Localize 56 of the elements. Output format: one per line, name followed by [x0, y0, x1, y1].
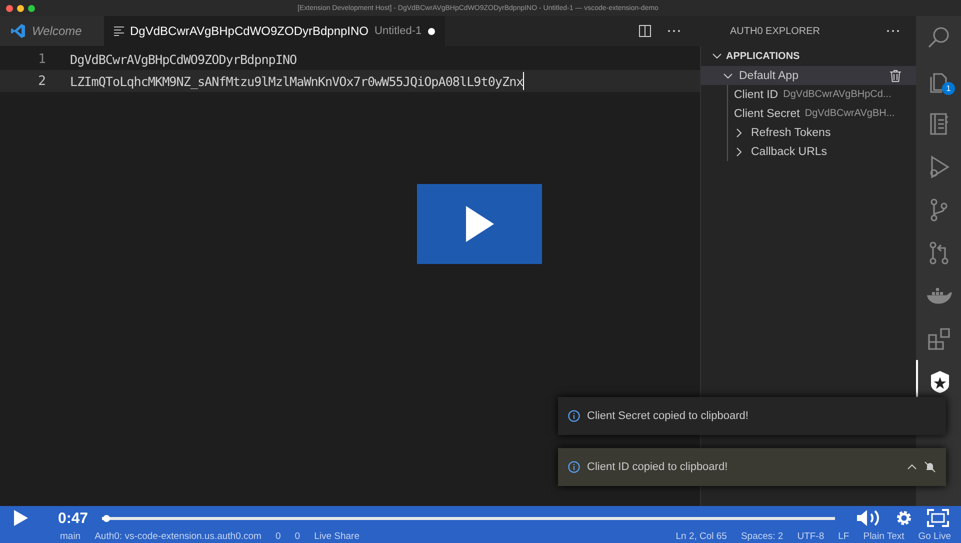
activity-bar-item[interactable]: 1 [916, 59, 961, 102]
tab-description: Untitled-1 [374, 25, 422, 37]
error-count[interactable]: 0 [275, 531, 281, 542]
line-number: 1 [37, 52, 47, 66]
window-minimize-button[interactable] [17, 4, 24, 12]
status-item[interactable]: Plain Text [863, 531, 904, 542]
info-icon [568, 461, 580, 473]
more-icon[interactable] [667, 29, 681, 33]
extensions-icon [926, 326, 952, 352]
tree-item[interactable]: Callback URLs [734, 142, 916, 161]
tree-item[interactable]: Client Secret DgVdBCwrAVgBH... [734, 104, 916, 123]
fullscreen-icon[interactable] [927, 509, 949, 527]
code-line: DgVdBCwrAVgBHpCdWO9ZODyrBdpnpINO [70, 52, 297, 66]
text-lines-icon [114, 26, 124, 36]
tree-item[interactable]: Refresh Tokens [734, 123, 916, 142]
tree-item[interactable]: Default App [701, 66, 916, 85]
code-line: LZImQToLqhcMKM9NZ_sANfMtzu9lMzlMaWnKnVOx7r0wW55JQiOpA08lL9t0yZnx [70, 74, 524, 88]
play-icon[interactable] [14, 510, 28, 526]
trash-icon[interactable] [890, 70, 901, 82]
status-item[interactable]: Go Live [918, 531, 951, 542]
count-badge: 1 [942, 82, 955, 95]
editor-tab[interactable]: Welcome [0, 16, 104, 46]
branch-status[interactable]: main [60, 531, 81, 542]
code-logo-icon [10, 23, 26, 39]
window-close-button[interactable] [6, 4, 13, 12]
tree-item[interactable]: Client ID DgVdBCwrAVgBHpCd... [734, 85, 916, 104]
play-button[interactable] [417, 184, 542, 264]
status-item[interactable]: Ln 2, Col 65 [676, 531, 727, 542]
auth-status[interactable]: Auth0: vs-code-extension.us.auth0.com [94, 531, 262, 542]
status-item[interactable]: UTF-8 [797, 531, 824, 542]
info-icon [568, 410, 580, 422]
volume-icon[interactable] [857, 509, 881, 527]
text-cursor [523, 72, 524, 90]
progress-thumb[interactable] [102, 514, 110, 522]
chevron-down-icon [723, 70, 733, 80]
window-zoom-button[interactable] [28, 4, 35, 12]
chevron-down-icon [712, 53, 722, 59]
play-icon [466, 206, 494, 242]
chevron-up-icon[interactable] [907, 464, 917, 470]
bell-slash-icon[interactable] [924, 461, 936, 473]
status-item[interactable]: LF [838, 531, 850, 542]
live-share-status[interactable]: Live Share [314, 531, 360, 542]
notification-message: Client ID copied to clipboard! [587, 461, 729, 473]
notification-message: Client Secret copied to clipboard! [587, 410, 750, 422]
progress-track[interactable] [102, 516, 835, 520]
editor-tab[interactable]: DgVdBCwrAVgBHpCdWO9ZODyrBdpnpINO Untitled-1 [104, 16, 445, 46]
status-item[interactable]: Spaces: 2 [740, 531, 784, 542]
line-number: 2 [37, 74, 47, 88]
split-editor-icon[interactable] [639, 25, 651, 37]
search-icon [926, 24, 952, 50]
video-time: 0:47 [58, 510, 88, 526]
warning-count[interactable]: 0 [294, 531, 300, 542]
more-icon[interactable] [886, 29, 900, 33]
section-header[interactable]: APPLICATIONS [701, 46, 916, 66]
sidebar-title: AUTH0 EXPLORER [730, 26, 820, 36]
settings-icon[interactable] [895, 509, 913, 527]
